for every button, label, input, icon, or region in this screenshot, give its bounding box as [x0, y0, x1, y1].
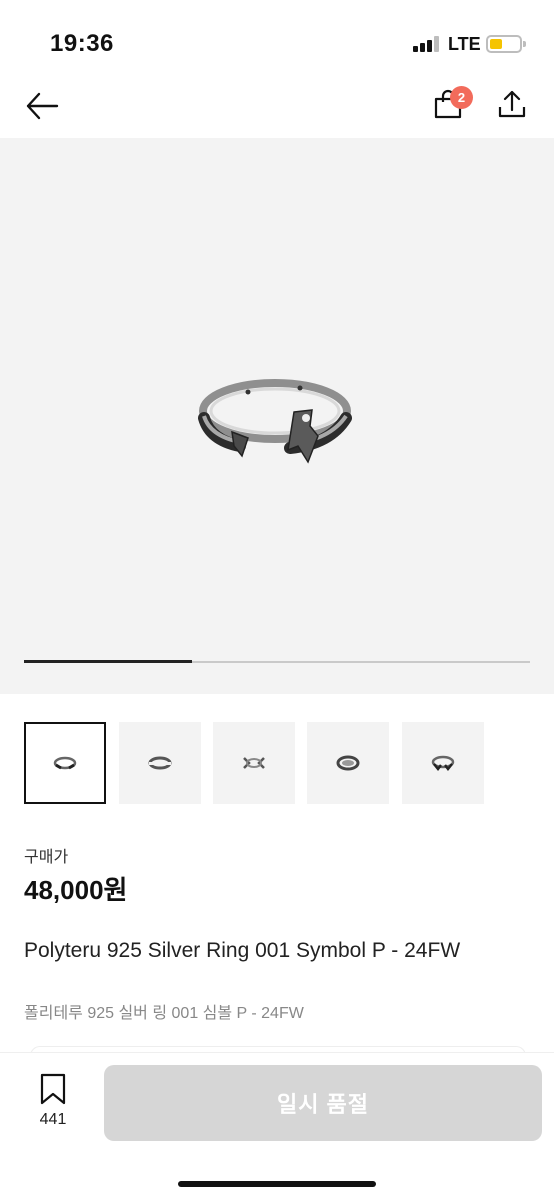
ring-product-image	[198, 379, 352, 464]
cart-count-badge: 2	[450, 86, 473, 109]
bottom-action-bar: 441 일시 품절	[0, 1052, 554, 1200]
gallery-progress-track	[24, 660, 530, 663]
ring-thumbnail-icon	[148, 756, 172, 770]
product-title-ko: 폴리테루 925 실버 링 001 심볼 P - 24FW	[24, 1005, 304, 1022]
battery-cap	[523, 41, 526, 47]
product-title-en: Polyteru 925 Silver Ring 001 Symbol P - …	[24, 939, 461, 962]
thumbnail-strip	[24, 722, 530, 806]
bookmark-count: 441	[39, 1111, 67, 1128]
sold-out-button[interactable]: 일시 품절	[104, 1065, 542, 1141]
thumbnail-1[interactable]	[24, 722, 106, 804]
price-label: 구매가	[24, 849, 69, 866]
top-nav	[0, 80, 554, 138]
status-bar: 19:36 LTE	[0, 0, 554, 80]
battery-icon	[486, 35, 522, 53]
product-image-carousel[interactable]	[0, 138, 554, 694]
ring-thumbnail-icon	[243, 757, 265, 769]
price-value: 48,000원	[24, 875, 128, 905]
arrow-left-icon	[26, 92, 59, 120]
thumbnail-3[interactable]	[213, 722, 295, 804]
signal-icon	[413, 36, 439, 52]
bookmark-button[interactable]: 441	[30, 1073, 76, 1133]
ring-thumbnail-icon	[431, 755, 455, 772]
gallery-progress-fill	[24, 660, 193, 663]
ring-thumbnail-icon	[53, 756, 77, 770]
thumbnail-2[interactable]	[119, 722, 201, 804]
home-indicator	[178, 1181, 376, 1187]
back-button[interactable]	[22, 86, 62, 126]
network-label: LTE	[448, 34, 481, 54]
share-button[interactable]	[492, 84, 532, 124]
thumbnail-5[interactable]	[402, 722, 484, 804]
thumbnail-4[interactable]	[307, 722, 389, 804]
ring-thumbnail-icon	[336, 755, 360, 771]
status-time: 19:36	[50, 30, 114, 57]
share-upload-icon	[498, 90, 526, 118]
bookmark-icon	[40, 1073, 66, 1105]
